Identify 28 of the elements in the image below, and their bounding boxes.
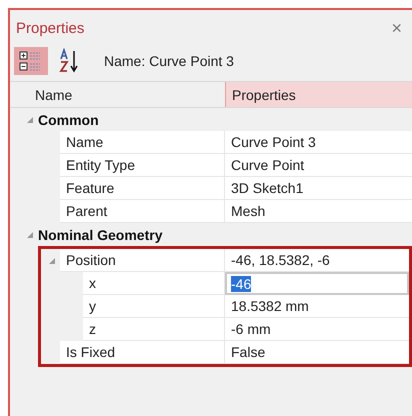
value-input-field[interactable]: -46 bbox=[225, 272, 409, 295]
object-name-label: Name: Curve Point 3 bbox=[104, 53, 234, 69]
property-value: Curve Point 3 bbox=[225, 131, 412, 154]
property-name: Feature bbox=[60, 177, 225, 200]
categorized-button[interactable] bbox=[14, 47, 48, 75]
property-value: -46, 18.5382, -6 bbox=[225, 249, 409, 272]
property-name: z bbox=[83, 318, 225, 341]
column-header[interactable]: Properties bbox=[225, 82, 412, 107]
expanded-triangle-icon[interactable] bbox=[26, 230, 34, 238]
property-value: Mesh bbox=[225, 200, 412, 223]
property-name: Position bbox=[60, 249, 225, 272]
property-value: False bbox=[225, 341, 409, 364]
property-name: Is Fixed bbox=[60, 341, 225, 364]
property-name: y bbox=[83, 295, 225, 318]
expanded-triangle-icon[interactable] bbox=[26, 116, 34, 124]
panel-title: Properties bbox=[16, 20, 84, 36]
property-value: -6 mm bbox=[225, 318, 409, 341]
property-name: Parent bbox=[60, 200, 225, 223]
property-value: 18.5382 mm bbox=[225, 295, 409, 318]
category-label: Nominal Geometry bbox=[38, 226, 162, 245]
property-name: Entity Type bbox=[60, 154, 225, 177]
property-value: 3D Sketch1 bbox=[225, 177, 412, 200]
property-name: x bbox=[83, 272, 225, 295]
property-name: Name bbox=[60, 131, 225, 154]
close-button[interactable]: × bbox=[387, 18, 406, 38]
category-label: Common bbox=[38, 110, 99, 130]
property-value: Curve Point bbox=[225, 154, 412, 177]
expanded-triangle-icon[interactable] bbox=[48, 256, 56, 264]
